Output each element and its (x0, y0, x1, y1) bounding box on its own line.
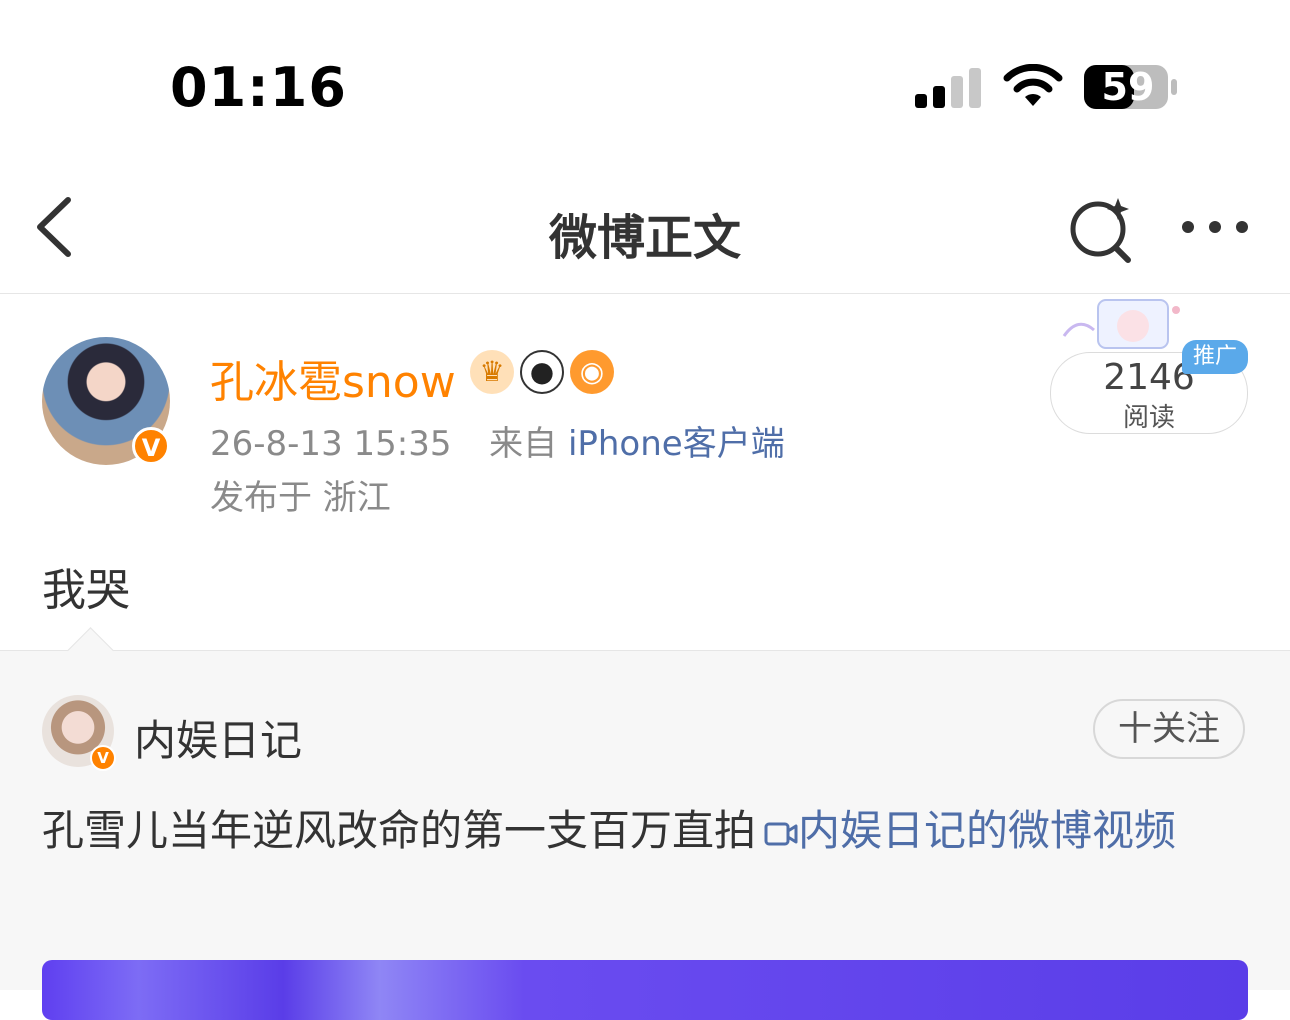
repost-body: 孔雪儿当年逆风改命的第一支百万直拍 (42, 806, 757, 855)
repost-text: 孔雪儿当年逆风改命的第一支百万直拍 内娱日记的微博视频 (42, 799, 1232, 863)
search-icon[interactable] (1066, 194, 1136, 264)
crown-icon[interactable]: ♛ (470, 350, 514, 394)
fish-icon[interactable]: ◉ (570, 350, 614, 394)
author-badges: ♛ ● ◉ (470, 350, 620, 396)
author-name[interactable]: 孔冰雹snow (210, 346, 456, 410)
repost-notch (67, 627, 114, 674)
verified-badge-icon: V (132, 427, 170, 465)
video-link[interactable]: 内娱日记的微博视频 (798, 806, 1176, 855)
panda-icon[interactable]: ● (520, 350, 564, 394)
battery-level: 59 (1101, 65, 1155, 109)
promo-badge[interactable]: 推广 (1182, 340, 1248, 374)
post-location: 发布于 浙江 (210, 478, 391, 518)
read-label: 阅读 (1122, 403, 1175, 433)
signal-icon (915, 68, 981, 108)
nav-bar: 微博正文 (0, 160, 1290, 294)
repost-card[interactable]: V 内娱日记 十关注 孔雪儿当年逆风改命的第一支百万直拍 内娱日记的微博视频 (0, 627, 1290, 1020)
follow-button[interactable]: 十关注 (1093, 699, 1245, 759)
post-source-link[interactable]: iPhone客户端 (568, 424, 785, 464)
post-meta: 26-8-13 15:35 来自 iPhone客户端 (210, 416, 785, 465)
status-bar: 01:16 59 (0, 0, 1290, 160)
source-prefix: 来自 (489, 424, 558, 464)
video-thumbnail[interactable] (42, 960, 1248, 1020)
more-icon[interactable] (1180, 212, 1250, 242)
read-card-decoration-icon (1062, 299, 1180, 349)
post-date: 26-8-13 15:35 (210, 424, 452, 464)
wifi-icon (1003, 64, 1063, 106)
repost-author-name[interactable]: 内娱日记 (134, 707, 302, 768)
author-avatar[interactable]: V (42, 337, 170, 465)
verified-badge-icon: V (90, 745, 116, 771)
status-time: 01:16 (170, 56, 347, 119)
video-icon (764, 822, 798, 846)
post-text: 我哭 (42, 565, 130, 616)
